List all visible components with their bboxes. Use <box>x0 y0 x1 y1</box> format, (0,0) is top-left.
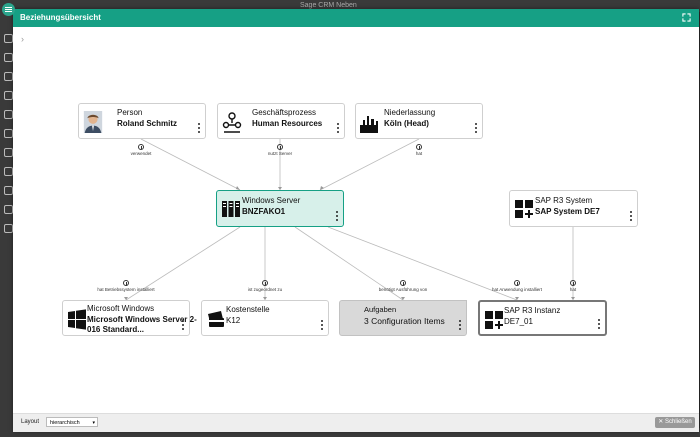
apps-plus-icon <box>515 200 533 218</box>
more-icon[interactable] <box>321 320 324 331</box>
node-type: Windows Server <box>242 196 301 205</box>
node-tasks-group[interactable]: Aufgaben 3 Configuration Items <box>339 300 467 336</box>
main-menu-icon[interactable] <box>2 3 15 16</box>
edge-label-person: verwendet <box>130 151 152 156</box>
info-icon[interactable] <box>514 280 520 286</box>
org-chart-icon <box>222 112 242 133</box>
more-icon[interactable] <box>182 320 185 331</box>
globe-icon[interactable] <box>4 53 13 62</box>
node-type: Microsoft Windows <box>87 304 155 313</box>
info-icon[interactable] <box>570 280 576 286</box>
node-name: Human Resources <box>252 119 323 128</box>
node-type: Geschäftsprozess <box>252 108 317 117</box>
info-icon[interactable] <box>277 144 283 150</box>
node-branch[interactable]: Niederlassung Köln (Head) <box>355 103 483 139</box>
node-sap-system[interactable]: SAP R3 System SAP System DE7 <box>509 190 638 227</box>
more-icon[interactable] <box>459 320 462 331</box>
more-icon[interactable] <box>337 123 340 134</box>
edge-label-branch: hat <box>415 151 423 156</box>
node-name: BNZFAKO1 <box>242 207 286 216</box>
relationship-dialog: Beziehungsübersicht › verwendet nutzt Se… <box>13 9 699 432</box>
close-button-label: Schließen <box>665 419 692 425</box>
info-icon[interactable] <box>123 280 129 286</box>
more-icon[interactable] <box>475 123 478 134</box>
node-type: Person <box>117 108 143 117</box>
document-icon[interactable] <box>4 129 13 138</box>
list-alt-icon[interactable] <box>4 91 13 100</box>
layout-select[interactable]: hierarchisch ▾ <box>46 417 98 427</box>
dialog-footer: Layout hierarchisch ▾ ✕ Schließen <box>13 413 699 432</box>
apps-plus-icon <box>485 311 503 329</box>
node-name: Roland Schmitz <box>117 119 178 128</box>
node-name: DE7_01 <box>504 317 533 326</box>
node-business-process[interactable]: Geschäftsprozess Human Resources <box>217 103 345 139</box>
node-name-line1: Microsoft Windows Server 2- <box>87 315 197 324</box>
credit-card-icon <box>208 311 224 327</box>
node-name: 3 Configuration Items <box>364 316 445 326</box>
list-icon[interactable] <box>4 72 13 81</box>
database-icon[interactable] <box>4 186 13 195</box>
folder-icon[interactable] <box>4 167 13 176</box>
more-icon[interactable] <box>630 211 633 222</box>
layout-select-value: hierarchisch <box>50 420 80 426</box>
edge-label-sapsys: hat <box>569 287 577 292</box>
more-icon[interactable] <box>198 123 201 134</box>
node-cost-center[interactable]: Kostenstelle K12 <box>201 300 329 336</box>
node-type: Kostenstelle <box>226 305 270 314</box>
node-type: Niederlassung <box>384 108 436 117</box>
node-person[interactable]: Person Roland Schmitz <box>78 103 206 139</box>
node-name-line2: 016 Standard... <box>87 325 144 334</box>
info-icon[interactable] <box>262 280 268 286</box>
edge-label-os: hat Betriebssystem installiert <box>97 287 155 292</box>
windows-logo-icon <box>68 309 86 330</box>
book-icon[interactable] <box>4 110 13 119</box>
info-icon[interactable] <box>138 144 144 150</box>
edge-label-cost: ist zugeordnet zu <box>247 287 283 292</box>
node-windows-server[interactable]: Windows Server BNZFAKO1 <box>216 190 344 227</box>
node-type: SAP R3 Instanz <box>504 306 561 315</box>
edge-label-sapinst: hat Anwendung installiert <box>491 287 543 292</box>
info-icon[interactable] <box>400 280 406 286</box>
server-icon <box>222 201 240 217</box>
edge-label-tasks: benötigt Ausführung von <box>378 287 428 292</box>
node-name: Köln (Head) <box>384 119 429 128</box>
chart-icon[interactable] <box>4 205 13 214</box>
node-type: Aufgaben <box>364 305 397 314</box>
more-icon[interactable] <box>598 319 601 330</box>
caret-down-icon: ▾ <box>92 420 95 426</box>
home-icon[interactable] <box>4 34 13 43</box>
node-name: K12 <box>226 316 241 325</box>
tool-icon[interactable] <box>4 224 13 233</box>
person-avatar-icon <box>83 111 103 133</box>
close-button[interactable]: ✕ Schließen <box>655 417 695 428</box>
more-icon[interactable] <box>336 211 339 222</box>
node-name: SAP System DE7 <box>535 207 600 216</box>
node-type: SAP R3 System <box>535 196 593 205</box>
node-microsoft-windows[interactable]: Microsoft Windows Microsoft Windows Serv… <box>62 300 197 336</box>
city-skyline-icon <box>360 116 378 133</box>
close-x-icon: ✕ <box>658 419 665 425</box>
edge-label-process: nutzt Server <box>267 151 293 156</box>
network-icon[interactable] <box>4 148 13 157</box>
node-sap-instance[interactable]: SAP R3 Instanz DE7_01 <box>478 300 607 336</box>
info-icon[interactable] <box>416 144 422 150</box>
layout-label: Layout <box>21 419 40 425</box>
